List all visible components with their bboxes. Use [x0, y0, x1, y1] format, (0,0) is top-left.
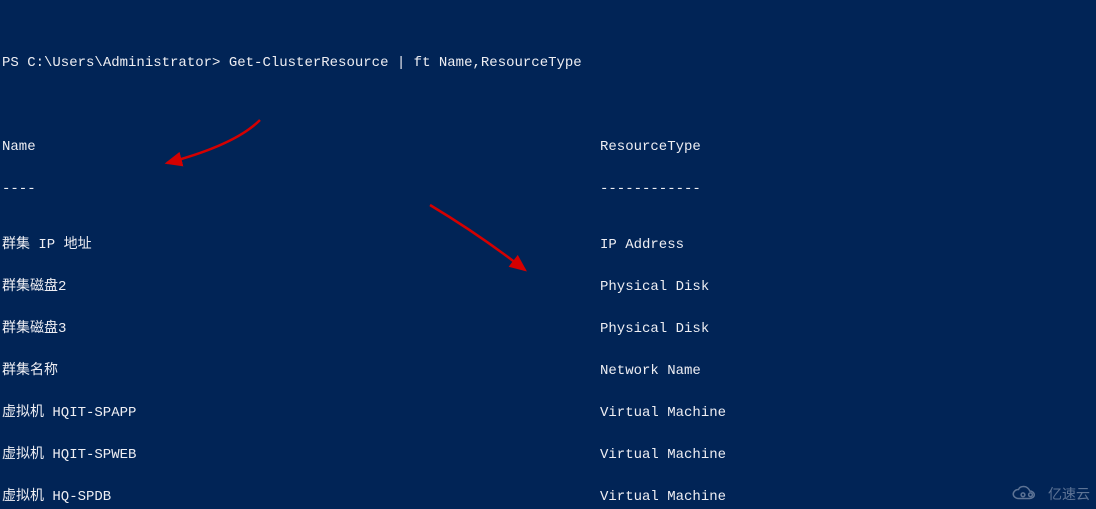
cell-name: 群集磁盘3	[2, 322, 600, 336]
cell-type: Virtual Machine	[600, 489, 726, 505]
cloud-icon	[1008, 485, 1044, 503]
table1-divider: ----------------	[2, 182, 1094, 196]
cell-name: 群集 IP 地址	[2, 238, 600, 252]
table-row: 虚拟机 HQIT-SPAPPVirtual Machine	[2, 406, 1094, 420]
cell-type: Physical Disk	[600, 279, 709, 295]
table-row: 虚拟机 HQIT-SPWEBVirtual Machine	[2, 448, 1094, 462]
cell-type: Network Name	[600, 363, 701, 379]
table-row: 群集磁盘2Physical Disk	[2, 280, 1094, 294]
cell-type: Virtual Machine	[600, 447, 726, 463]
watermark-text: 亿速云	[1048, 487, 1090, 501]
table1-header-type: ResourceType	[600, 139, 701, 155]
prompt-line-1: PS C:\Users\Administrator> Get-ClusterRe…	[2, 56, 1094, 70]
watermark: 亿速云	[1008, 485, 1090, 503]
table-row: 群集磁盘3Physical Disk	[2, 322, 1094, 336]
blank-line	[2, 98, 1094, 112]
cell-name: 虚拟机 HQIT-SPWEB	[2, 448, 600, 462]
command-1-text: Get-ClusterResource | ft Name,ResourceTy…	[229, 55, 582, 71]
cell-name: 群集磁盘2	[2, 280, 600, 294]
cell-type: Physical Disk	[600, 321, 709, 337]
prompt-prefix: PS C:\Users\Administrator>	[2, 55, 229, 71]
terminal-output[interactable]: PS C:\Users\Administrator> Get-ClusterRe…	[0, 0, 1096, 509]
table-row: 群集名称Network Name	[2, 364, 1094, 378]
cell-type: IP Address	[600, 237, 684, 253]
table1-header: NameResourceType	[2, 140, 1094, 154]
table1-header-name: Name	[2, 140, 600, 154]
table1-div-type: ------------	[600, 181, 701, 197]
cell-type: Virtual Machine	[600, 405, 726, 421]
cell-name: 虚拟机 HQIT-SPAPP	[2, 406, 600, 420]
cell-name: 虚拟机 HQ-SPDB	[2, 490, 600, 504]
table-row: 群集 IP 地址IP Address	[2, 238, 1094, 252]
table1-div-name: ----	[2, 182, 600, 196]
cell-name: 群集名称	[2, 364, 600, 378]
table-row: 虚拟机 HQ-SPDBVirtual Machine	[2, 490, 1094, 504]
